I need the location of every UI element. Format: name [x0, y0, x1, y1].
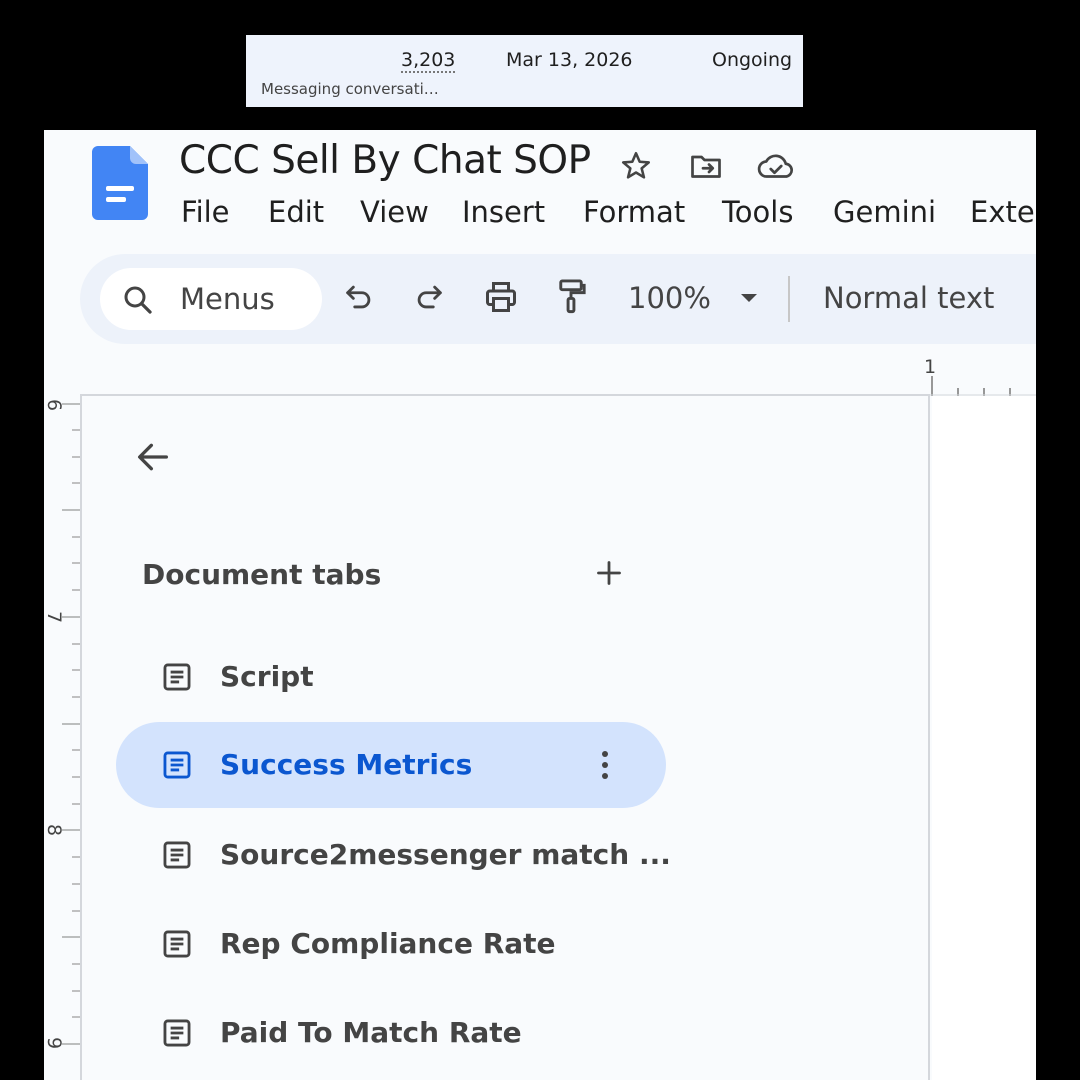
print-button[interactable]	[478, 276, 524, 322]
paint-format-button[interactable]	[548, 276, 594, 322]
tab-label: Paid To Match Rate	[220, 1016, 522, 1049]
google-docs-window: CCC Sell By Chat SOP File Edit View Inse…	[44, 130, 1036, 1080]
redo-icon	[412, 280, 446, 319]
toolbar: Menus 100% Normal text	[80, 254, 1036, 344]
add-tab-button[interactable]	[590, 556, 628, 594]
ruler-label: 9	[44, 1036, 66, 1050]
vertical-ruler[interactable]: 6 7 8 9	[44, 394, 80, 1080]
docs-logo-icon[interactable]	[92, 146, 148, 220]
tab-source2messenger[interactable]: Source2messenger match ...	[116, 812, 671, 898]
move-to-folder-icon[interactable]	[686, 146, 726, 186]
ruler-label: 8	[44, 823, 66, 837]
undo-icon	[342, 280, 376, 319]
menu-file[interactable]: File	[181, 194, 230, 230]
document-tab-icon	[158, 1014, 196, 1052]
search-icon	[120, 282, 156, 318]
paragraph-style-select[interactable]: Normal text	[823, 280, 994, 316]
ruler-label: 6	[44, 398, 66, 412]
more-vertical-icon[interactable]	[586, 746, 624, 784]
conversation-status: Ongoing	[712, 49, 793, 71]
document-title[interactable]: CCC Sell By Chat SOP	[179, 138, 591, 183]
menu-edit[interactable]: Edit	[268, 194, 324, 230]
conversation-summary-card: 3,203 Mar 13, 2026 Ongoing Messaging con…	[246, 35, 803, 107]
horizontal-ruler[interactable]: 1	[924, 356, 1036, 396]
menu-extensions[interactable]: Exter	[970, 194, 1036, 230]
conversation-date: Mar 13, 2026	[506, 49, 633, 71]
tab-label: Success Metrics	[220, 748, 473, 781]
menu-format[interactable]: Format	[583, 194, 685, 230]
toolbar-divider	[788, 276, 790, 322]
document-tabs-heading: Document tabs	[142, 558, 382, 591]
menu-gemini[interactable]: Gemini	[833, 194, 936, 230]
zoom-level[interactable]: 100%	[628, 280, 711, 316]
back-arrow-icon	[133, 437, 173, 482]
tab-success-metrics[interactable]: Success Metrics	[116, 722, 666, 808]
undo-button[interactable]	[336, 276, 382, 322]
conversation-count[interactable]: 3,203	[401, 49, 456, 73]
plus-icon	[595, 559, 623, 592]
tab-paid-to-match-rate[interactable]: Paid To Match Rate	[116, 990, 666, 1076]
close-outline-button[interactable]	[132, 438, 174, 480]
document-tab-icon	[158, 658, 196, 696]
print-icon	[483, 279, 519, 320]
cloud-saved-icon[interactable]	[756, 146, 796, 186]
paint-format-icon	[553, 278, 589, 321]
tab-rep-compliance-rate[interactable]: Rep Compliance Rate	[116, 901, 666, 987]
menu-insert[interactable]: Insert	[462, 194, 545, 230]
ruler-label: 7	[44, 610, 66, 624]
conversation-subtitle: Messaging conversati…	[261, 80, 439, 98]
ruler-label: 1	[924, 356, 937, 378]
document-tab-icon	[158, 925, 196, 963]
tab-label: Script	[220, 660, 314, 693]
menu-tools[interactable]: Tools	[722, 194, 793, 230]
star-icon[interactable]	[616, 146, 656, 186]
document-tab-icon	[158, 746, 196, 784]
tab-label: Rep Compliance Rate	[220, 927, 556, 960]
tab-label: Source2messenger match ...	[220, 838, 671, 871]
search-menus-label: Menus	[180, 282, 275, 316]
chevron-down-icon[interactable]	[735, 280, 763, 316]
search-menus-button[interactable]: Menus	[100, 268, 322, 330]
tab-script[interactable]: Script	[116, 634, 666, 720]
document-page[interactable]	[932, 396, 1036, 1080]
document-tab-icon	[158, 836, 196, 874]
menu-view[interactable]: View	[360, 194, 429, 230]
redo-button[interactable]	[406, 276, 452, 322]
